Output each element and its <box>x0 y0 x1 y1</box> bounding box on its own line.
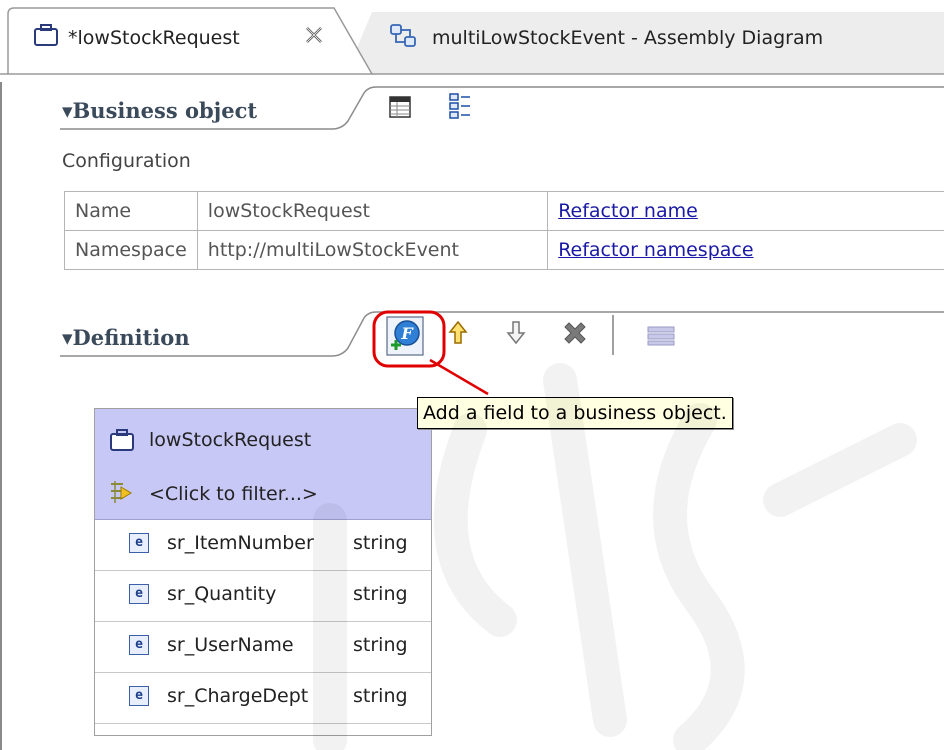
callout-line <box>429 358 489 396</box>
field-row[interactable]: e sr_UserName string <box>95 621 431 673</box>
business-object-name[interactable]: lowStockRequest <box>149 429 311 451</box>
definition-section-divider <box>60 311 944 357</box>
name-value[interactable]: lowStockRequest <box>196 191 549 231</box>
field-name: sr_ChargeDept <box>167 685 309 707</box>
field-name: sr_Quantity <box>167 583 277 605</box>
table-row: Namespace http://multiLowStockEvent Refa… <box>64 230 944 270</box>
field-type: string <box>353 634 408 656</box>
refactor-namespace-link[interactable]: Refactor namespace <box>558 239 753 261</box>
delete-icon[interactable] <box>560 318 590 348</box>
add-field-tooltip: Add a field to a business object. <box>417 397 733 429</box>
tab-multilowstockevent[interactable]: multiLowStockEvent - Assembly Diagram <box>432 27 823 49</box>
name-label: Name <box>64 191 198 231</box>
refactor-name-cell: Refactor name <box>547 191 944 231</box>
filter-icon <box>111 481 132 503</box>
table-view-icon[interactable] <box>388 95 412 119</box>
configuration-label: Configuration <box>62 150 191 172</box>
assembly-diagram-icon <box>390 24 416 47</box>
move-up-icon[interactable] <box>447 319 469 347</box>
toolbar-separator <box>612 315 614 355</box>
element-icon: e <box>129 686 149 706</box>
field-row[interactable]: e sr_ChargeDept string <box>95 672 431 724</box>
field-name: sr_ItemNumber <box>167 532 314 554</box>
close-icon[interactable] <box>304 25 324 45</box>
business-object-icon <box>34 24 58 46</box>
configuration-table: Name lowStockRequest Refactor name Names… <box>64 191 944 270</box>
business-object-box[interactable]: lowStockRequest <Click to filter...> e s… <box>94 408 432 736</box>
properties-icon[interactable] <box>646 324 676 348</box>
element-icon: e <box>129 635 149 655</box>
move-down-icon[interactable] <box>505 318 527 346</box>
element-icon: e <box>129 533 149 553</box>
field-type: string <box>353 583 408 605</box>
field-row[interactable]: e sr_ItemNumber string <box>95 519 431 571</box>
business-object-icon <box>110 429 134 451</box>
table-row: Name lowStockRequest Refactor name <box>64 191 944 231</box>
tree-view-icon[interactable] <box>448 92 472 120</box>
refactor-name-link[interactable]: Refactor name <box>558 200 698 222</box>
field-name: sr_UserName <box>167 634 294 656</box>
field-type: string <box>353 532 408 554</box>
business-object-section-divider <box>60 86 944 130</box>
filter-input[interactable]: <Click to filter...> <box>149 483 318 505</box>
tab-lowstockrequest[interactable]: *lowStockRequest <box>68 27 240 49</box>
namespace-value[interactable]: http://multiLowStockEvent <box>196 230 549 270</box>
refactor-namespace-cell: Refactor namespace <box>547 230 944 270</box>
element-icon: e <box>129 584 149 604</box>
field-row[interactable]: e sr_Quantity string <box>95 570 431 622</box>
editor-tab-bar: *lowStockRequest multiLowStockEvent - As… <box>0 0 944 82</box>
business-object-header: lowStockRequest <Click to filter...> <box>95 409 431 520</box>
namespace-label: Namespace <box>64 230 198 270</box>
field-type: string <box>353 685 408 707</box>
